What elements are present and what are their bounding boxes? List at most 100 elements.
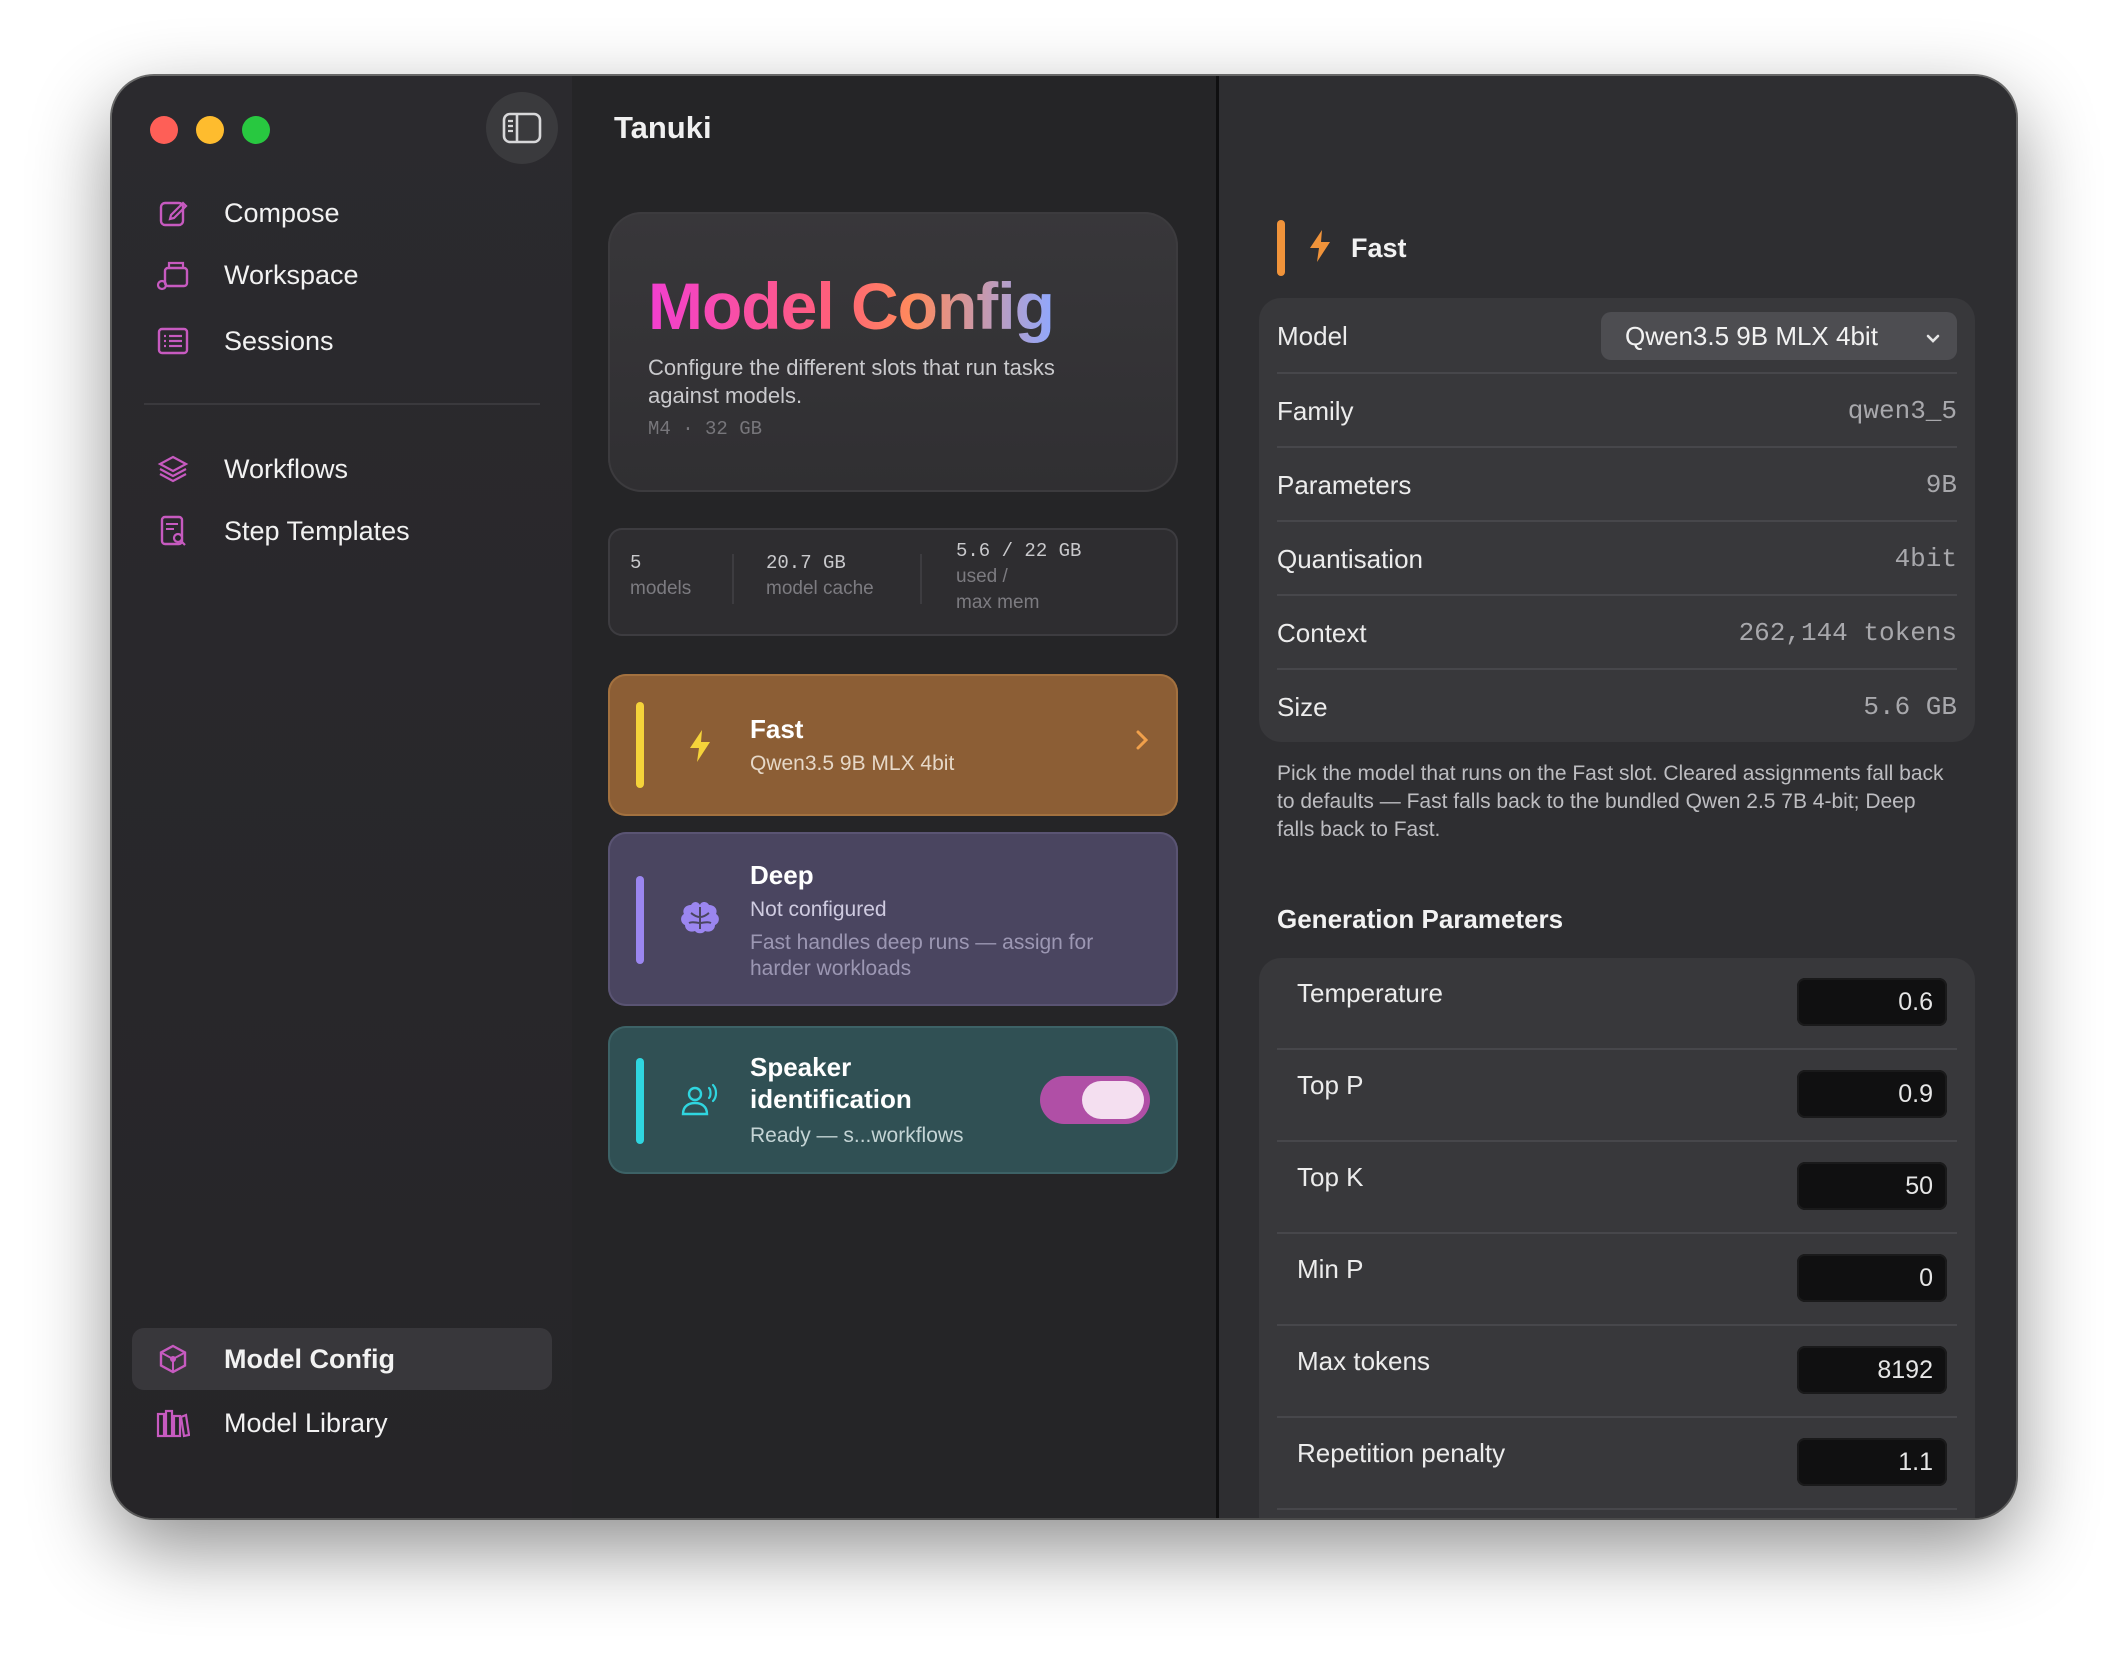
stat-label: used / [956, 566, 1008, 587]
row-divider [1277, 1324, 1957, 1326]
repetition-penalty-input[interactable]: 1.1 [1797, 1438, 1947, 1486]
param-label: Min P [1297, 1254, 1364, 1284]
row-divider [1277, 446, 1957, 448]
slot-card-fast[interactable]: Fast Qwen3.5 9B MLX 4bit [608, 674, 1178, 816]
param-label: Top K [1297, 1162, 1364, 1192]
slot-title: Speaker [750, 1052, 852, 1082]
top-p-input[interactable]: 0.9 [1797, 1070, 1947, 1118]
minimize-window-button[interactable] [196, 116, 224, 144]
info-value: 5.6 GB [1863, 692, 1957, 722]
stat-models: 5 models [630, 550, 691, 602]
stat-label: max mem [956, 592, 1040, 613]
sidebar-item-label: Workspace [224, 259, 359, 290]
sidebar-item-compose[interactable]: Compose [132, 182, 552, 244]
detail-header: Fast [1277, 220, 1407, 276]
row-divider [1277, 1508, 1957, 1510]
speaker-id-icon [678, 1078, 722, 1122]
sidebar-toggle-button[interactable] [486, 92, 558, 164]
sidebar-item-label: Compose [224, 197, 340, 228]
sidebar-item-label: Model Library [224, 1407, 388, 1438]
stats-bar: 5 models 20.7 GB model cache 5.6 / 22 GB… [608, 528, 1178, 636]
slot-accent-bar [636, 876, 644, 964]
param-row-temperature: Temperature 0.6 [1297, 978, 1957, 1048]
chevron-down-icon [1925, 321, 1941, 352]
toggle-knob [1082, 1081, 1144, 1119]
info-key: Context [1277, 617, 1367, 648]
detail-title: Fast [1351, 232, 1407, 263]
slot-detail-pane: Fast Model Qwen3.5 9B MLX 4bit Family qw… [1219, 76, 2016, 1518]
row-divider [1277, 1048, 1957, 1050]
row-divider [1277, 520, 1957, 522]
sidebar-item-sessions[interactable]: Sessions [132, 310, 552, 372]
sidebar-item-model-library[interactable]: Model Library [132, 1392, 552, 1454]
param-row-top-k: Top K 50 [1297, 1162, 1957, 1232]
slot-card-speaker-identification[interactable]: Speaker identification Ready — s...workf… [608, 1026, 1178, 1174]
stat-label: models [630, 578, 692, 599]
info-value: 9B [1925, 470, 1957, 500]
info-key: Parameters [1277, 469, 1412, 500]
slot-subtitle: Qwen3.5 9B MLX 4bit [750, 752, 955, 775]
stat-value: 5.6 / 22 GB [956, 540, 1082, 562]
param-label: Repetition penalty [1297, 1438, 1506, 1468]
info-row: Family qwen3_5 [1277, 376, 1957, 446]
sidebar-divider [144, 403, 540, 405]
min-p-input[interactable]: 0 [1797, 1254, 1947, 1302]
app-title: Tanuki [614, 110, 712, 145]
row-divider [1277, 668, 1957, 670]
max-tokens-input[interactable]: 8192 [1797, 1346, 1947, 1394]
model-label: Model [1277, 320, 1348, 351]
lightning-icon [1307, 228, 1333, 269]
sidebar-item-workspace[interactable]: Workspace [132, 244, 552, 306]
row-divider [1277, 594, 1957, 596]
sidebar: Compose Workspace Sessions Workflows Ste… [112, 76, 572, 1518]
speaker-identification-toggle[interactable] [1040, 1076, 1150, 1124]
close-window-button[interactable] [150, 116, 178, 144]
model-select[interactable]: Qwen3.5 9B MLX 4bit [1601, 312, 1957, 360]
zoom-window-button[interactable] [242, 116, 270, 144]
row-divider [1277, 1140, 1957, 1142]
row-divider [1277, 1416, 1957, 1418]
slot-accent-bar [636, 702, 644, 788]
compose-icon [154, 194, 192, 232]
step-templates-icon [154, 512, 192, 550]
slot-title: identification [750, 1084, 912, 1114]
sidebar-item-step-templates[interactable]: Step Templates [132, 500, 552, 562]
slot-title: Deep [750, 860, 814, 890]
sidebar-item-label: Workflows [224, 453, 349, 484]
info-key: Quantisation [1277, 543, 1423, 574]
param-row-max-tokens: Max tokens 8192 [1297, 1346, 1957, 1416]
detail-accent-bar [1277, 220, 1285, 276]
hero-card: Model Config Configure the different slo… [608, 212, 1178, 492]
info-key: Family [1277, 395, 1354, 426]
info-value: 262,144 tokens [1738, 618, 1957, 648]
slot-title: Fast [750, 714, 804, 744]
slot-subtitle: Not configured [750, 898, 887, 921]
temperature-input[interactable]: 0.6 [1797, 978, 1947, 1026]
slot-list-pane: Tanuki Model Config Configure the differ… [572, 76, 1216, 1518]
generation-parameters-card: Temperature 0.6 Top P 0.9 Top K 50 Min P… [1259, 958, 1975, 1518]
sidebar-item-label: Model Config [224, 1343, 395, 1374]
model-row: Model Qwen3.5 9B MLX 4bit [1277, 310, 1957, 362]
sidebar-item-model-config[interactable]: Model Config [132, 1328, 552, 1390]
stat-value: 5 [630, 552, 642, 574]
stat-memory: 5.6 / 22 GB used / max mem [956, 538, 1081, 616]
brain-icon [678, 896, 722, 940]
model-config-icon [154, 1340, 192, 1378]
slot-card-deep[interactable]: Deep Not configured Fast handles deep ru… [608, 832, 1178, 1006]
top-k-input[interactable]: 50 [1797, 1162, 1947, 1210]
slot-note: Fast handles deep runs — assign for hard… [750, 931, 1094, 980]
stat-divider [732, 554, 734, 604]
workspace-icon [154, 256, 192, 294]
sidebar-item-workflows[interactable]: Workflows [132, 438, 552, 500]
hardware-info: M4 · 32 GB [648, 418, 763, 440]
info-value: 4bit [1894, 544, 1957, 574]
info-row: Parameters 9B [1277, 450, 1957, 520]
slot-accent-bar [636, 1058, 644, 1144]
param-row-min-p: Min P 0 [1297, 1254, 1957, 1324]
param-row-repetition-penalty: Repetition penalty 1.1 [1297, 1438, 1957, 1508]
slot-help-text: Pick the model that runs on the Fast slo… [1277, 762, 1944, 841]
row-divider [1277, 1232, 1957, 1234]
page-description: Configure the different slots that run t… [648, 355, 1055, 408]
param-label: Top P [1297, 1070, 1364, 1100]
sidebar-item-label: Step Templates [224, 515, 410, 546]
